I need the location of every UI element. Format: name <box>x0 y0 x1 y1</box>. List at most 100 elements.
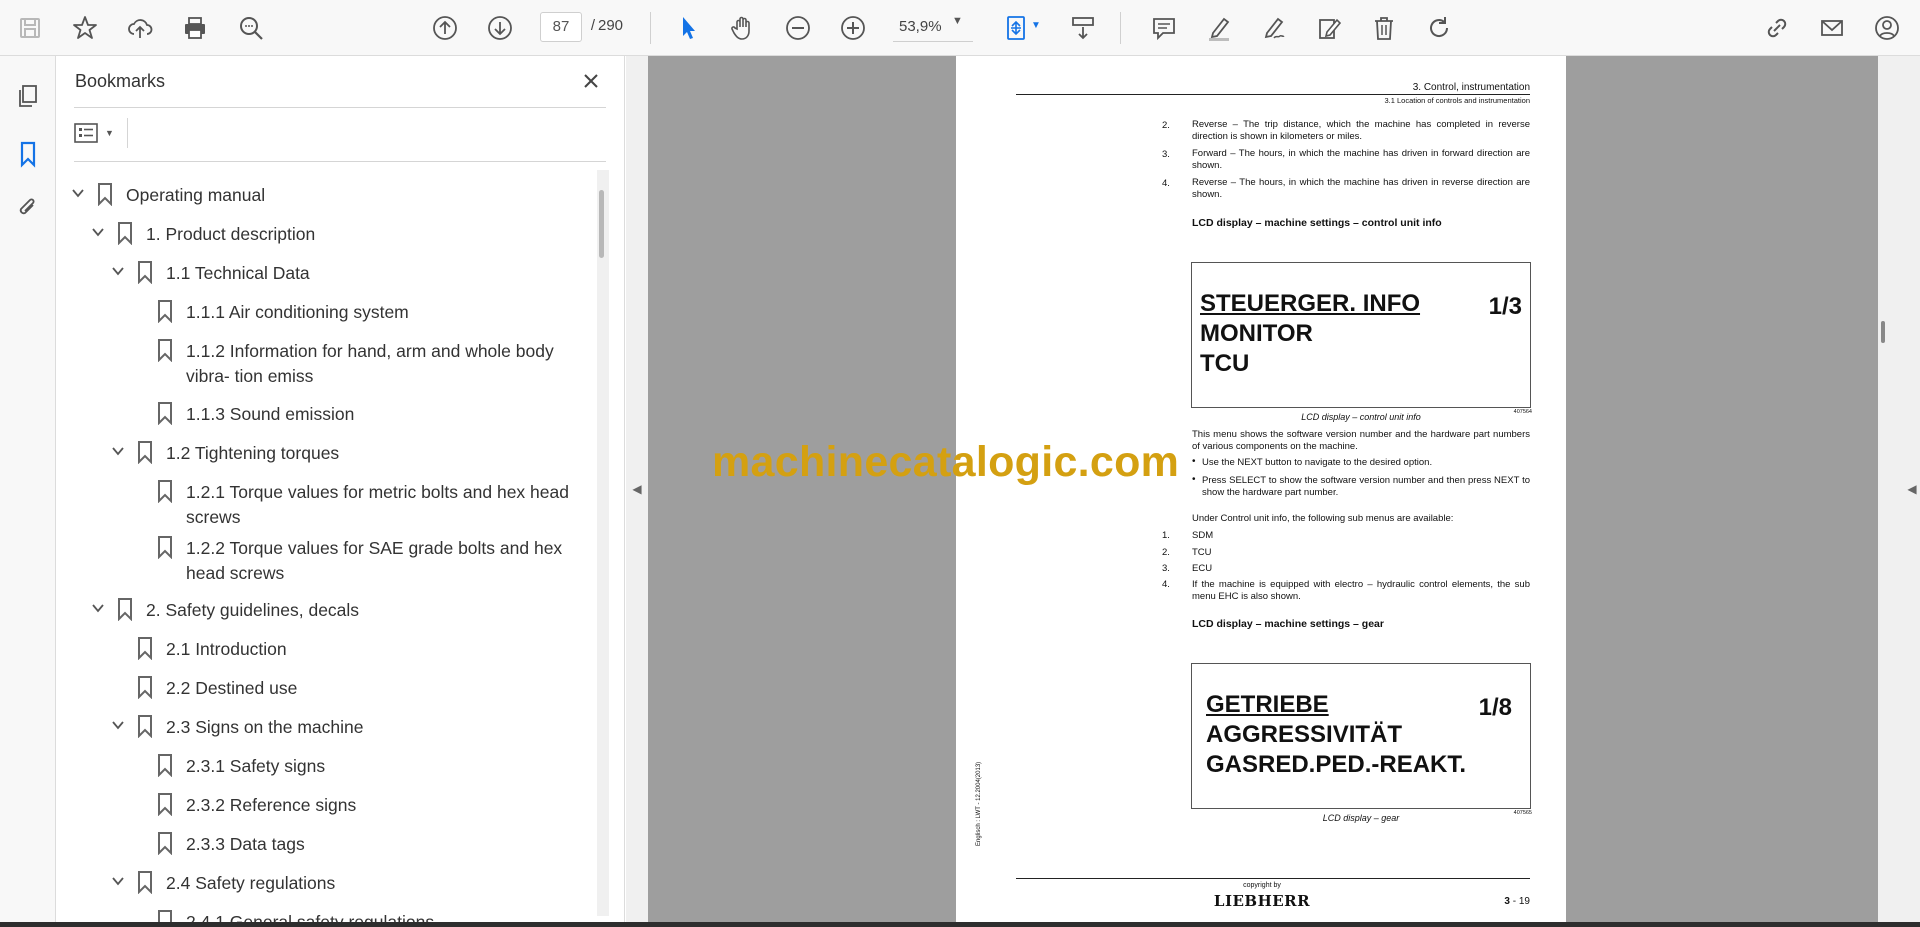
bookmark-icon <box>158 832 172 855</box>
toolbar-divider <box>650 12 651 44</box>
fit-page-icon[interactable] <box>996 8 1036 48</box>
chevron-down-icon[interactable] <box>110 873 126 889</box>
bookmark-item[interactable]: 1.2.1 Torque values for metric bolts and… <box>56 474 596 534</box>
edit-icon[interactable] <box>1309 8 1349 48</box>
select-cursor-icon[interactable] <box>668 8 708 48</box>
panel-title: Bookmarks <box>75 71 166 91</box>
bookmark-item[interactable]: 2.3.2 Reference signs <box>56 787 596 823</box>
scrollbar-thumb[interactable] <box>1881 321 1885 343</box>
bookmark-item[interactable]: 2.3.1 Safety signs <box>56 748 596 784</box>
copyright-text: copyright by <box>1243 882 1281 889</box>
comment-icon[interactable] <box>1144 8 1184 48</box>
highlight-icon[interactable] <box>1199 8 1239 48</box>
bookmark-item[interactable]: 1.1.3 Sound emission <box>56 396 596 432</box>
bookmark-icon <box>118 222 132 245</box>
bookmark-item[interactable]: Operating manual <box>56 177 596 213</box>
bookmark-item[interactable]: 1.1.2 Information for hand, arm and whol… <box>56 333 596 393</box>
chevron-down-icon[interactable] <box>110 263 126 279</box>
pages-icon[interactable] <box>8 76 48 116</box>
collapse-panel-left-button[interactable]: ◀ <box>626 56 648 922</box>
bookmark-item[interactable]: 2.1 Introduction <box>56 631 596 667</box>
navigation-rail <box>0 56 56 922</box>
save-icon[interactable] <box>10 8 50 48</box>
zoom-search-icon[interactable] <box>231 8 271 48</box>
bookmark-icon <box>118 598 132 621</box>
paragraph: This menu shows the software version num… <box>1192 429 1530 452</box>
rotate-icon[interactable] <box>1419 8 1459 48</box>
bookmark-icon <box>138 676 152 699</box>
sign-icon[interactable] <box>1254 8 1294 48</box>
bookmark-label: 1.1.3 Sound emission <box>186 404 355 424</box>
lcd-line: MONITOR <box>1200 320 1313 347</box>
divider <box>74 107 606 108</box>
list-number: 1. <box>1162 530 1170 541</box>
scrollbar-thumb[interactable] <box>599 190 604 258</box>
bookmark-item[interactable]: 1.1.1 Air conditioning system <box>56 294 596 330</box>
bookmark-icon <box>158 536 172 559</box>
page-up-icon[interactable] <box>425 8 465 48</box>
figure-caption: LCD display – gear <box>1322 813 1400 823</box>
delete-icon[interactable] <box>1364 8 1404 48</box>
close-icon[interactable] <box>576 66 606 96</box>
lcd-line: STEUERGER. INFO <box>1200 290 1421 317</box>
bookmark-icon <box>158 754 172 777</box>
bookmark-item[interactable]: 2. Safety guidelines, decals <box>56 592 596 628</box>
bookmark-item[interactable]: 1.2.2 Torque values for SAE grade bolts … <box>56 530 596 590</box>
print-icon[interactable] <box>175 8 215 48</box>
attachment-icon[interactable] <box>8 187 48 227</box>
bookmark-item[interactable]: 2.4.1 General safety regulations <box>56 904 596 922</box>
page-number: 3 - 19 <box>1504 896 1530 907</box>
bookmark-item[interactable]: 1.1 Technical Data <box>56 255 596 291</box>
bookmark-item[interactable]: 2.4 Safety regulations <box>56 865 596 901</box>
bookmark-label: 1.2.1 Torque values for metric bolts and… <box>186 482 569 527</box>
zoom-in-icon[interactable] <box>833 8 873 48</box>
bookmark-item[interactable]: 2.2 Destined use <box>56 670 596 706</box>
pdf-viewer-window: 87 / 290 53,9% ▼ ▼ Bookmarks ▼ Operating… <box>0 0 1920 927</box>
chevron-down-icon[interactable]: ▼ <box>952 15 963 27</box>
list-number: 2. <box>1162 547 1170 558</box>
email-icon[interactable] <box>1812 8 1852 48</box>
bookmark-item[interactable]: 2.3 Signs on the machine <box>56 709 596 745</box>
chevron-down-icon[interactable] <box>70 185 86 201</box>
bookmark-icon <box>138 637 152 660</box>
bookmark-item[interactable]: 1. Product description <box>56 216 596 252</box>
bookmark-options-button[interactable]: ▼ <box>74 116 124 150</box>
bookmark-icon <box>158 300 172 323</box>
page-header-subtitle: 3.1 Location of controls and instrumenta… <box>1384 96 1530 105</box>
list-text: SDM <box>1192 530 1214 541</box>
bookmarks-scrollbar[interactable] <box>597 170 609 916</box>
bookmark-icon[interactable] <box>8 134 48 174</box>
bookmark-label: 1.2 Tightening torques <box>166 443 340 463</box>
star-icon[interactable] <box>65 8 105 48</box>
lcd-display-figure: STEUERGER. INFO 1/3 MONITOR TCU 407564 <box>1191 262 1532 415</box>
document-view[interactable]: ◀ 3. Control, instrumentation 3.1 Locati… <box>626 56 1920 922</box>
list-number: 4. <box>1162 579 1170 590</box>
zoom-out-icon[interactable] <box>778 8 818 48</box>
chevron-down-icon[interactable] <box>110 717 126 733</box>
upload-cloud-icon[interactable] <box>120 8 160 48</box>
chevron-down-icon[interactable] <box>110 443 126 459</box>
bookmark-label: 2.3.3 Data tags <box>186 834 305 854</box>
list-options-icon <box>74 123 98 143</box>
collapse-panel-right-button[interactable]: ◀ <box>1904 56 1920 922</box>
bullet: • <box>1192 474 1196 485</box>
footer-rule <box>1016 878 1530 879</box>
bookmark-label: 1. Product description <box>146 224 316 244</box>
scroll-mode-icon[interactable] <box>1063 8 1103 48</box>
share-link-icon[interactable] <box>1757 8 1797 48</box>
hand-icon[interactable] <box>723 8 763 48</box>
account-icon[interactable] <box>1867 8 1907 48</box>
chevron-down-icon[interactable] <box>90 600 106 616</box>
bookmark-item[interactable]: 2.3.3 Data tags <box>56 826 596 862</box>
bookmark-label: 2.4.1 General safety regulations <box>186 912 435 922</box>
chevron-down-icon[interactable]: ▼ <box>1031 20 1041 31</box>
page-down-icon[interactable] <box>480 8 520 48</box>
lcd-page-indicator: 1/3 <box>1488 293 1522 320</box>
toolbar-divider <box>1120 12 1121 44</box>
bookmark-label: 2.3.2 Reference signs <box>186 795 357 815</box>
bullet: • <box>1192 456 1196 467</box>
page-number-input[interactable]: 87 <box>540 12 582 42</box>
chevron-down-icon[interactable] <box>90 224 106 240</box>
header-rule <box>1016 94 1530 95</box>
bookmark-item[interactable]: 1.2 Tightening torques <box>56 435 596 471</box>
